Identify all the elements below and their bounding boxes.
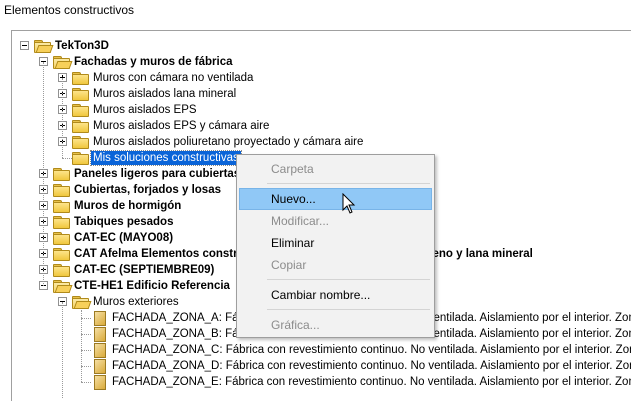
menu-item-nuevo[interactable]: Nuevo... (239, 188, 432, 210)
tree-connector-line (81, 334, 91, 335)
menu-item-cambiar-nombre[interactable]: Cambiar nombre... (239, 284, 432, 306)
folder-icon (53, 168, 70, 181)
menu-item-gráfica: Gráfica... (271, 318, 320, 332)
tree-connector-line (81, 310, 82, 382)
folder-icon (53, 200, 70, 213)
tree-item-label[interactable]: Muros exteriores (91, 295, 181, 309)
menu-separator (267, 309, 430, 310)
tree-connector-line (81, 350, 91, 351)
folder-icon (72, 88, 89, 101)
collapse-minus-icon[interactable] (20, 41, 29, 50)
construction-element-icon (93, 375, 106, 390)
folder-open-icon (53, 56, 73, 69)
tree-connector-line (81, 382, 91, 383)
tree-connector-line (62, 158, 72, 159)
tree-folder-item[interactable]: Fachadas y muros de fábrica (12, 54, 631, 70)
folder-icon (72, 104, 89, 117)
tree-item-label[interactable]: Muros aislados EPS y cámara aire (91, 119, 271, 133)
tree-item-label[interactable]: Tabiques pesados (72, 215, 175, 229)
mouse-pointer-icon (342, 193, 356, 214)
tree-leaf-item[interactable]: FACHADA_ZONA_E: Fábrica con revestimient… (12, 374, 631, 390)
menu-item-copiar: Copiar (271, 258, 307, 272)
window-title: Elementos constructivos (4, 3, 135, 17)
tree-connector-line (43, 62, 44, 286)
folder-icon (72, 72, 89, 85)
tree-folder-item[interactable]: TekTon3D (12, 38, 631, 54)
tree-item-label[interactable]: Fachadas y muros de fábrica (72, 55, 235, 69)
tree-item-label[interactable]: TekTon3D (53, 39, 111, 53)
tree-item-label[interactable]: Muros de hormigón (72, 199, 183, 213)
tree-leaf-item[interactable]: FACHADA_ZONA_C: Fábrica con revestimient… (12, 342, 631, 358)
construction-element-icon (93, 343, 106, 358)
menu-item-carpeta: Carpeta (271, 162, 314, 176)
tree-connector-line (62, 78, 63, 158)
tree-item-label[interactable]: CTE-HE1 Edificio Referencia (72, 279, 232, 293)
folder-icon (53, 232, 70, 245)
tree-item-label[interactable]: Cubiertas, forjados y losas (72, 183, 223, 197)
tree-connector-line (62, 302, 63, 398)
folder-open-icon (34, 40, 54, 53)
tree-item-label[interactable]: Muros con cámara no ventilada (91, 71, 255, 85)
menu-item-modificar: Modificar... (271, 214, 330, 228)
folder-icon (53, 264, 70, 277)
tree-connector-line (81, 318, 91, 319)
folder-icon (72, 136, 89, 149)
folder-icon (53, 184, 70, 197)
tree-folder-item[interactable]: Muros con cámara no ventilada (12, 70, 631, 86)
construction-element-icon (93, 327, 106, 342)
tree-item-label[interactable]: Paneles ligeros para cubiertas (72, 167, 242, 181)
folder-icon (72, 120, 89, 133)
menu-separator (267, 279, 430, 280)
tree-item-label[interactable]: Muros aislados EPS (91, 103, 199, 117)
tree-folder-item[interactable]: Muros aislados EPS y cámara aire (12, 118, 631, 134)
tree-item-label[interactable]: FACHADA_ZONA_C: Fábrica con revestimient… (110, 343, 631, 357)
menu-separator (267, 183, 430, 184)
tree-connector-line (81, 366, 91, 367)
construction-element-icon (93, 311, 106, 326)
tree-item-label[interactable]: Muros aislados poliuretano proyectado y … (91, 135, 365, 149)
menu-item-eliminar[interactable]: Eliminar (239, 232, 432, 254)
folder-open-icon (72, 296, 92, 309)
folder-icon (72, 152, 89, 165)
tree-item-label[interactable]: CAT-EC (MAYO08) (72, 231, 175, 245)
folder-icon (53, 248, 70, 261)
tree-item-label[interactable]: CAT-EC (SEPTIEMBRE09) (72, 263, 216, 277)
tree-item-label[interactable]: FACHADA_ZONA_D: Fábrica con revestimient… (110, 359, 631, 373)
context-menu: Carpeta Nuevo... Modificar... Eliminar Copia… (236, 154, 435, 338)
tree-folder-item[interactable]: Muros aislados lana mineral (12, 86, 631, 102)
tree-item-label[interactable]: FACHADA_ZONA_E: Fábrica con revestimient… (110, 375, 631, 389)
folder-icon (53, 216, 70, 229)
tree-item-label[interactable]: Mis soluciones constructivas (90, 150, 242, 166)
construction-element-icon (93, 359, 106, 374)
tree-folder-item[interactable]: Muros aislados EPS (12, 102, 631, 118)
tree-folder-item[interactable]: Muros aislados poliuretano proyectado y … (12, 134, 631, 150)
folder-open-icon (53, 280, 73, 293)
tree-leaf-item[interactable]: FACHADA_ZONA_D: Fábrica con revestimient… (12, 358, 631, 374)
tree-item-label[interactable]: Muros aislados lana mineral (91, 87, 238, 101)
